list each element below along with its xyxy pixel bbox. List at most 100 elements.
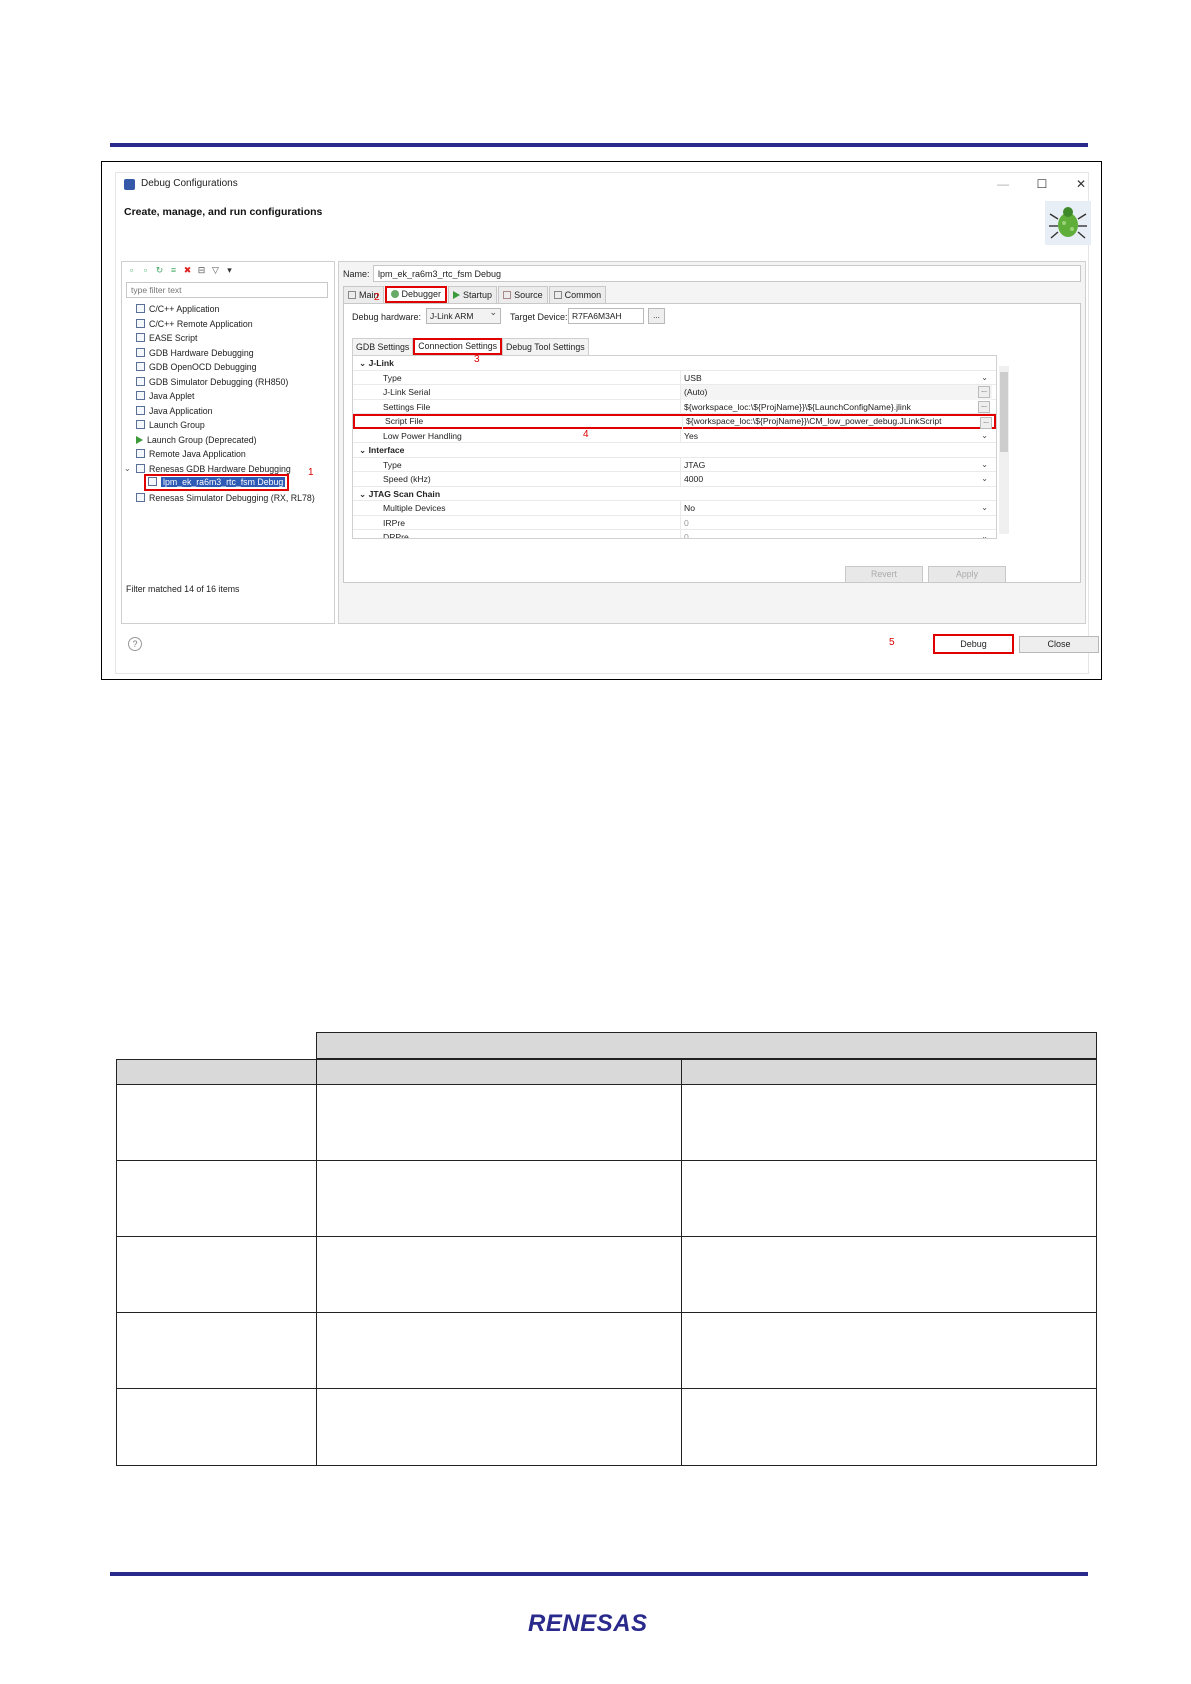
c-config-icon xyxy=(136,318,145,328)
config-tabs: Main Debugger Startup Source Common xyxy=(343,286,607,303)
debugger-subtabs: GDB Settings Connection Settings Debug T… xyxy=(352,338,589,355)
chevron-down-icon[interactable]: ⌄ xyxy=(124,462,131,476)
configuration-editor-panel: Name: Main Debugger Startup Source Commo… xyxy=(338,261,1086,624)
tab-debugger[interactable]: Debugger xyxy=(384,286,448,303)
subtab-gdb-settings[interactable]: GDB Settings xyxy=(352,338,414,355)
chevron-down-icon[interactable]: ⌄ xyxy=(359,358,369,368)
filter-icon[interactable]: ▽ xyxy=(210,265,221,276)
debug-hardware-select[interactable]: J-Link ARM xyxy=(426,307,501,324)
grid-row[interactable]: DRPre 0 ⌄ xyxy=(353,530,996,538)
apply-button[interactable]: Apply xyxy=(928,566,1006,583)
chevron-down-icon[interactable]: ⌄ xyxy=(359,445,369,455)
table-cell xyxy=(681,1084,1097,1161)
launch-group-icon xyxy=(136,420,145,429)
tree-item[interactable]: Java Application xyxy=(136,404,213,418)
close-window-button[interactable]: ✕ xyxy=(1072,176,1090,192)
tree-item[interactable]: Renesas Simulator Debugging (RX, RL78) xyxy=(136,491,315,505)
browse-button[interactable]: ... xyxy=(980,417,992,429)
table-cell xyxy=(116,1236,317,1313)
name-field[interactable] xyxy=(373,265,1081,282)
table-cell xyxy=(681,1388,1097,1466)
view-menu-icon[interactable]: ▾ xyxy=(224,265,235,276)
browse-button[interactable]: ... xyxy=(978,400,990,413)
grid-row-script-file[interactable]: Script File ${workspace_loc:\${ProjName}}… xyxy=(353,414,996,431)
tree-item[interactable]: C/C++ Remote Application xyxy=(136,317,253,331)
new-prototype-icon[interactable]: ▫ xyxy=(140,265,151,276)
target-device-field[interactable]: R7FA6M3AH xyxy=(568,308,644,324)
connection-settings-grid: ⌄ J-Link Type USB ⌄ J-Link Serial (Auto)...… xyxy=(352,355,997,539)
close-button[interactable]: Close xyxy=(1019,636,1099,653)
tab-startup[interactable]: Startup xyxy=(448,286,498,303)
grid-scrollbar[interactable] xyxy=(999,366,1009,534)
filter-status: Filter matched 14 of 16 items xyxy=(126,584,240,594)
tab-common[interactable]: Common xyxy=(548,286,607,303)
empty-table xyxy=(116,1032,1097,1473)
callout-2: 2 xyxy=(374,292,380,303)
tree-item[interactable]: C/C++ Application xyxy=(136,302,219,316)
grid-row[interactable]: IRPre 0 xyxy=(353,515,996,530)
subtab-connection-settings[interactable]: Connection Settings xyxy=(413,338,503,355)
window-title: Debug Configurations xyxy=(141,178,238,189)
table-cell xyxy=(681,1236,1097,1313)
grid-row[interactable]: Settings File ${workspace_loc:\${ProjName… xyxy=(353,399,996,414)
chevron-down-icon[interactable]: ⌄ xyxy=(981,501,988,515)
tree-item[interactable]: Launch Group xyxy=(136,418,205,432)
chevron-down-icon[interactable]: ⌄ xyxy=(981,458,988,472)
debug-hardware-label: Debug hardware: xyxy=(352,312,422,322)
tree-item[interactable]: GDB Hardware Debugging xyxy=(136,346,254,360)
new-config-icon[interactable]: ▫ xyxy=(126,265,137,276)
debug-button[interactable]: Debug xyxy=(933,634,1014,654)
tree-item[interactable]: Launch Group (Deprecated) xyxy=(136,433,257,447)
collapse-all-icon[interactable]: ⊟ xyxy=(196,265,207,276)
script-icon xyxy=(136,333,145,342)
callout-1: 1 xyxy=(308,467,314,478)
browse-button[interactable]: ... xyxy=(978,386,990,398)
tree-item[interactable]: EASE Script xyxy=(136,331,197,345)
common-tab-icon xyxy=(553,291,562,299)
java-app-icon xyxy=(136,405,145,415)
tree-item[interactable]: Remote Java Application xyxy=(136,447,246,461)
footer-rule xyxy=(110,1572,1088,1576)
grid-row[interactable]: Multiple Devices No ⌄ xyxy=(353,501,996,516)
delete-icon[interactable]: ✖ xyxy=(182,265,193,276)
tree-item-selected[interactable]: lpm_ek_ra6m3_rtc_fsm Debug xyxy=(144,474,290,491)
filter-input[interactable] xyxy=(126,282,328,298)
name-label: Name: xyxy=(343,269,370,279)
tree-item[interactable]: Java Applet xyxy=(136,389,194,403)
startup-tab-icon xyxy=(453,291,461,299)
grid-row[interactable]: J-Link Serial (Auto)... xyxy=(353,385,996,400)
c-config-icon xyxy=(136,376,145,386)
table-header-cell xyxy=(116,1059,317,1085)
table-cell xyxy=(316,1084,682,1161)
grid-row[interactable]: Type JTAG ⌄ xyxy=(353,457,996,472)
tree-item[interactable]: GDB Simulator Debugging (RH850) xyxy=(136,375,288,389)
chevron-down-icon[interactable]: ⌄ xyxy=(359,489,369,499)
chevron-down-icon[interactable]: ⌄ xyxy=(981,472,988,486)
table-cell xyxy=(316,1160,682,1237)
grid-row[interactable]: Type USB ⌄ xyxy=(353,370,996,385)
chevron-down-icon[interactable]: ⌄ xyxy=(981,429,988,443)
maximize-button[interactable]: ☐ xyxy=(1033,176,1051,192)
duplicate-icon[interactable]: ≡ xyxy=(168,265,179,276)
scrollbar-thumb[interactable] xyxy=(1000,372,1008,452)
export-icon[interactable]: ↻ xyxy=(154,265,165,276)
table-cell xyxy=(681,1312,1097,1389)
grid-row[interactable]: Speed (kHz) 4000 ⌄ xyxy=(353,472,996,487)
callout-3: 3 xyxy=(474,354,480,365)
table-cell xyxy=(116,1388,317,1466)
tab-source[interactable]: Source xyxy=(498,286,548,303)
grid-category-interface[interactable]: ⌄ Interface xyxy=(353,443,996,458)
minimize-button[interactable]: — xyxy=(994,176,1012,192)
table-cell xyxy=(316,1388,682,1466)
chevron-down-icon[interactable]: ⌄ xyxy=(981,530,988,538)
target-device-browse-button[interactable]: ... xyxy=(648,308,665,324)
help-icon[interactable]: ? xyxy=(128,637,142,651)
grid-category-jtag-scan-chain[interactable]: ⌄ JTAG Scan Chain xyxy=(353,487,996,501)
tree-item[interactable]: GDB OpenOCD Debugging xyxy=(136,360,257,374)
chevron-down-icon[interactable]: ⌄ xyxy=(981,371,988,385)
subtab-debug-tool-settings[interactable]: Debug Tool Settings xyxy=(502,338,589,355)
grid-category-jlink[interactable]: ⌄ J-Link xyxy=(353,356,996,371)
callout-5: 5 xyxy=(889,637,895,648)
grid-row[interactable]: Low Power Handling Yes ⌄ xyxy=(353,428,996,443)
revert-button[interactable]: Revert xyxy=(845,566,923,583)
